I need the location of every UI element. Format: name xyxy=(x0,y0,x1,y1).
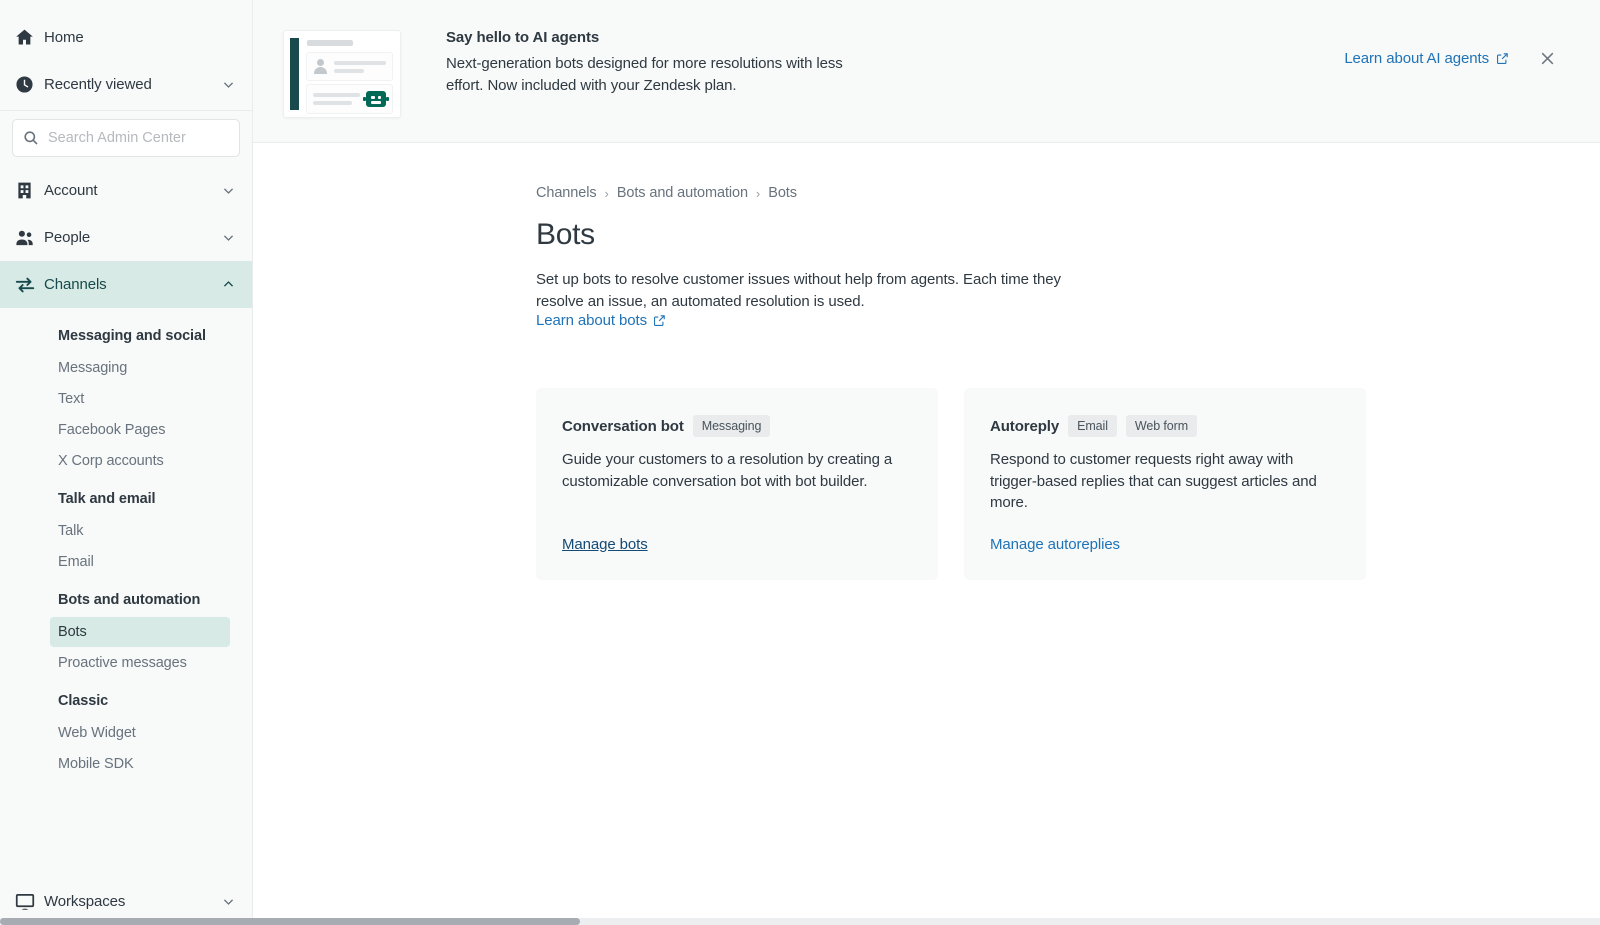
sidebar-item-bots[interactable]: Bots xyxy=(50,617,230,647)
ai-agents-banner: Say hello to AI agents Next-generation b… xyxy=(253,0,1600,143)
manage-bots-link[interactable]: Manage bots xyxy=(562,514,648,553)
search-box[interactable] xyxy=(12,119,240,157)
sidebar-top-nav: Home Recently viewed xyxy=(0,0,252,108)
card-description: Respond to customer requests right away … xyxy=(990,449,1340,514)
card-title: Autoreply xyxy=(990,418,1059,435)
breadcrumb-separator: › xyxy=(756,186,760,201)
sidebar-item-x-corp-accounts[interactable]: X Corp accounts xyxy=(50,446,230,476)
illustration-body xyxy=(299,31,400,117)
learn-about-ai-agents-link[interactable]: Learn about AI agents xyxy=(1344,50,1509,67)
page-title: Bots xyxy=(536,218,1600,252)
external-link-icon xyxy=(1496,52,1509,65)
ai-agents-illustration xyxy=(283,30,401,118)
sidebar-item-account[interactable]: Account xyxy=(0,167,252,214)
subnav-group-title: Classic xyxy=(0,679,252,717)
status-badge: Email xyxy=(1068,415,1117,437)
banner-actions: Learn about AI agents xyxy=(1344,28,1556,67)
external-link-icon xyxy=(653,314,666,327)
people-icon xyxy=(14,227,44,249)
chevron-down-icon[interactable] xyxy=(220,895,236,908)
card-autoreply: Autoreply Email Web form Respond to cust… xyxy=(964,388,1366,580)
avatar-icon xyxy=(313,59,328,74)
learn-link-label: Learn about bots xyxy=(536,312,647,329)
clock-icon xyxy=(14,74,44,95)
subnav-group-messaging-and-social: Messaging and social Messaging Text Face… xyxy=(0,314,252,476)
chevron-down-icon[interactable] xyxy=(220,78,236,91)
monitor-icon xyxy=(14,891,44,913)
banner-link-label: Learn about AI agents xyxy=(1344,50,1489,67)
banner-title: Say hello to AI agents xyxy=(446,29,876,46)
subnav-group-talk-and-email: Talk and email Talk Email xyxy=(0,477,252,577)
card-description: Guide your customers to a resolution by … xyxy=(562,449,912,492)
search-input[interactable] xyxy=(48,130,229,146)
illustration-lines xyxy=(334,61,386,73)
arrows-icon xyxy=(14,274,44,296)
robot-icon xyxy=(366,91,386,107)
subnav-group-classic: Classic Web Widget Mobile SDK xyxy=(0,679,252,779)
card-conversation-bot: Conversation bot Messaging Guide your cu… xyxy=(536,388,938,580)
subnav-group-title: Bots and automation xyxy=(0,578,252,616)
manage-autoreplies-link[interactable]: Manage autoreplies xyxy=(990,514,1120,553)
search-container xyxy=(0,111,252,167)
search-icon xyxy=(23,130,39,146)
breadcrumb-separator: › xyxy=(604,186,608,201)
sidebar-item-text[interactable]: Text xyxy=(50,384,230,414)
card-header: Conversation bot Messaging xyxy=(562,415,912,437)
sidebar-item-channels[interactable]: Channels xyxy=(0,261,252,308)
banner-text: Say hello to AI agents Next-generation b… xyxy=(446,28,876,96)
illustration-bot-row xyxy=(307,85,392,113)
page-content: Channels › Bots and automation › Bots Bo… xyxy=(253,143,1600,580)
sidebar-item-people[interactable]: People xyxy=(0,214,252,261)
subnav-group-title: Messaging and social xyxy=(0,314,252,352)
subnav-group-bots-and-automation: Bots and automation Bots Proactive messa… xyxy=(0,578,252,678)
page-description: Set up bots to resolve customer issues w… xyxy=(536,269,1084,312)
card-title: Conversation bot xyxy=(562,418,684,435)
channels-subnav: Messaging and social Messaging Text Face… xyxy=(0,308,252,784)
status-badge: Web form xyxy=(1126,415,1197,437)
illustration-user-row xyxy=(307,53,392,80)
breadcrumb-item-bots[interactable]: Bots xyxy=(768,185,797,201)
breadcrumb: Channels › Bots and automation › Bots xyxy=(536,185,1600,201)
illustration-accent-bar xyxy=(290,38,299,110)
chevron-up-icon[interactable] xyxy=(220,278,236,291)
sidebar-item-mobile-sdk[interactable]: Mobile SDK xyxy=(50,749,230,779)
sidebar-item-facebook-pages[interactable]: Facebook Pages xyxy=(50,415,230,445)
sidebar-item-label: Channels xyxy=(44,276,220,293)
sidebar-item-web-widget[interactable]: Web Widget xyxy=(50,718,230,748)
sidebar-item-label: Home xyxy=(44,29,220,46)
sidebar-item-email[interactable]: Email xyxy=(50,547,230,577)
sidebar-item-recently-viewed[interactable]: Recently viewed xyxy=(0,61,252,108)
sidebar-item-messaging[interactable]: Messaging xyxy=(50,353,230,383)
sidebar-item-proactive-messages[interactable]: Proactive messages xyxy=(50,648,230,678)
subnav-group-title: Talk and email xyxy=(0,477,252,515)
close-icon[interactable] xyxy=(1539,50,1556,67)
sidebar-item-label: Workspaces xyxy=(44,893,220,910)
horizontal-scrollbar-thumb[interactable] xyxy=(0,918,580,925)
sidebar-item-talk[interactable]: Talk xyxy=(50,516,230,546)
illustration-lines xyxy=(313,93,360,105)
chevron-down-icon[interactable] xyxy=(220,184,236,197)
breadcrumb-item-bots-and-automation[interactable]: Bots and automation xyxy=(617,185,748,201)
sidebar-item-label: People xyxy=(44,229,220,246)
banner-description: Next-generation bots designed for more r… xyxy=(446,53,876,96)
sidebar-item-label: Recently viewed xyxy=(44,76,220,93)
sidebar: Home Recently viewed xyxy=(0,0,253,925)
illustration-header-line xyxy=(307,40,353,46)
main-content: Say hello to AI agents Next-generation b… xyxy=(253,0,1600,925)
sidebar-item-label: Account xyxy=(44,182,220,199)
sidebar-item-home[interactable]: Home xyxy=(0,14,252,61)
chevron-down-icon[interactable] xyxy=(220,231,236,244)
bot-cards: Conversation bot Messaging Guide your cu… xyxy=(536,388,1600,580)
learn-about-bots-link[interactable]: Learn about bots xyxy=(536,312,666,329)
card-header: Autoreply Email Web form xyxy=(990,415,1340,437)
building-icon xyxy=(14,180,44,201)
status-badge: Messaging xyxy=(693,415,771,437)
home-icon xyxy=(14,27,44,48)
breadcrumb-item-channels[interactable]: Channels xyxy=(536,185,596,201)
admin-center-page: Home Recently viewed xyxy=(0,0,1600,925)
